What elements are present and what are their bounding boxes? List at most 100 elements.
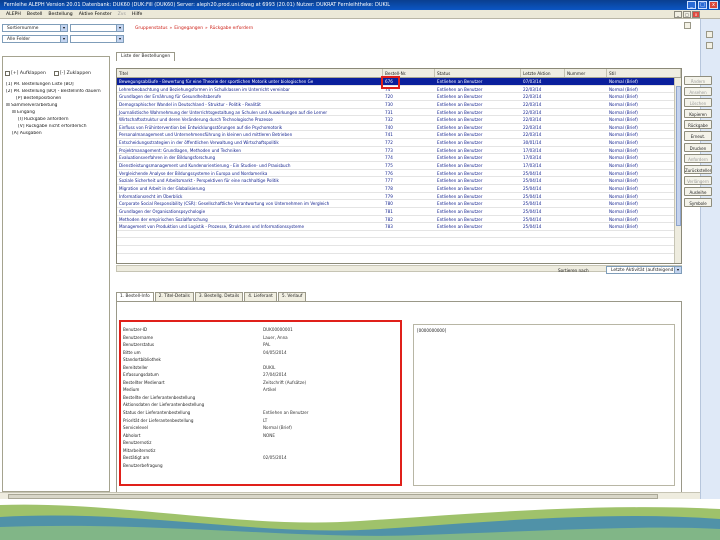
table-row[interactable]: Demographischer Wandel in Deutschland - … — [117, 101, 681, 109]
tree-item-positions[interactable]: [P] Bestellpositionen — [6, 96, 109, 103]
table-cell-title: Migration und Arbeit in der Globalisieru… — [119, 185, 205, 191]
sort-number-combo[interactable]: Sortiernumme ▾ — [2, 24, 68, 32]
tab-history[interactable]: 5. Verlauf — [277, 292, 307, 301]
mdi-minimize-button[interactable]: _ — [674, 11, 682, 18]
table-row[interactable]: Wirtschaftsstruktur und deren Veränderun… — [117, 116, 681, 124]
tree-item-request-return[interactable]: [I] Rückgabe anfordern — [6, 117, 109, 124]
action-button[interactable]: Rückgabe — [684, 120, 712, 130]
table-row[interactable] — [117, 231, 681, 239]
table-row[interactable]: Management von Produktion und Logistik -… — [117, 223, 681, 231]
menu-bestell[interactable]: Bestell — [27, 12, 43, 18]
table-cell-last-action: 17/03/14 — [523, 155, 542, 161]
table-horizontal-scrollbar[interactable] — [116, 265, 682, 272]
orders-table: Titel Bestell-Nr. Status Letzte Aktion Numme… — [116, 68, 682, 264]
tree-item-no-return[interactable]: [V] Rückgabe nicht erforderlich — [6, 124, 109, 131]
tab-supplier[interactable]: 4. Lieferant — [244, 292, 277, 301]
tree: [1] PR. Bestellungen Liste [BO] [2] PR. … — [3, 79, 109, 138]
sort-order-select[interactable]: Letzte Aktivität (aufsteigend) ▾ — [606, 266, 682, 274]
breadcrumb-item[interactable]: Rückgabe erfordern — [210, 26, 253, 31]
tree-item-orders-list[interactable]: [1] PR. Bestellungen Liste [BO] — [6, 82, 109, 89]
table-row[interactable]: Vergleichende Analyse der Bildungssystem… — [117, 170, 681, 178]
tree-item-receipt[interactable]: ⊟ Eingang — [6, 110, 109, 117]
tab-order-info[interactable]: 1. Bestell-Info — [116, 292, 154, 301]
table-row[interactable]: Corporate Social Responsibility (CSR): G… — [117, 200, 681, 208]
table-row[interactable]: Informationsrecht im Überblick 779 Entlieh… — [117, 193, 681, 201]
table-row[interactable]: Entscheidungsstrategien in der öffentlic… — [117, 139, 681, 147]
table-row[interactable]: Migration und Arbeit in der Globalisieru… — [117, 185, 681, 193]
breadcrumb-item[interactable]: Gruppenstatus — [135, 26, 168, 31]
chevron-down-icon[interactable]: ▾ — [674, 267, 681, 273]
collapse-all-label: [-] Zuklappen — [59, 70, 91, 76]
table-row[interactable]: Soziale Sicherheit und Arbeitsmarkt - Pe… — [117, 177, 681, 185]
table-row[interactable]: Projektmanagement: Grundlagen, Methoden … — [117, 147, 681, 155]
table-row[interactable]: Einfluss von Frühintervention bei Entwic… — [117, 124, 681, 132]
table-cell-last-action: 22/03/14 — [523, 94, 542, 100]
column-header-title[interactable]: Titel — [117, 69, 383, 77]
window-horizontal-scrollbar[interactable] — [0, 492, 700, 499]
table-row[interactable]: Evaluationsverfahren in der Bildungsfors… — [117, 154, 681, 163]
table-row[interactable]: Dienstleistungsmanagement und Kundenorie… — [117, 162, 681, 170]
table-cell-title: Lehrerbeobachtung und Beziehungsformen i… — [119, 86, 290, 92]
action-button[interactable]: Erneut. — [684, 131, 712, 141]
collapse-all-button[interactable]: [-] Zuklappen — [53, 70, 91, 76]
menu-bestellung[interactable]: Bestellung — [48, 12, 72, 18]
menu-hilfe[interactable]: Hilfe — [132, 12, 142, 18]
action-button[interactable]: Ändern — [684, 76, 712, 86]
tree-item-batch[interactable]: ⊟ Sammelverarbeitung — [6, 103, 109, 110]
column-header-style[interactable]: Stil — [607, 69, 681, 77]
toolbar-icon[interactable] — [706, 42, 713, 49]
chevron-down-icon[interactable]: ▾ — [116, 36, 123, 42]
table-row[interactable]: Grundlagen der Ernährung für Gesundheits… — [117, 93, 681, 101]
toolbar-icon[interactable] — [684, 22, 691, 29]
mdi-restore-button[interactable]: □ — [683, 11, 691, 18]
action-button[interactable]: Löschen — [684, 98, 712, 108]
table-row[interactable] — [117, 246, 681, 254]
tree-item-order[interactable]: [2] PR. Bestellung [BO] - Bestellinfo da… — [6, 89, 109, 96]
detail-text-area[interactable]: [0000000000] — [413, 324, 675, 486]
table-row[interactable] — [117, 238, 681, 247]
table-cell-last-action — [521, 238, 565, 245]
column-header-status[interactable]: Status — [435, 69, 521, 77]
tab-title-details[interactable]: 2. Titel-Details — [154, 292, 194, 301]
chevron-down-icon[interactable]: ▾ — [60, 36, 67, 42]
detail-right-value: [0000000000] — [417, 328, 447, 333]
table-row[interactable]: Grundlagen der Organisationspsychologie 7… — [117, 208, 681, 216]
expand-all-button[interactable]: [+] Aufklappen — [5, 70, 46, 76]
maximize-button[interactable]: □ — [698, 1, 707, 9]
chevron-down-icon[interactable]: ▾ — [60, 25, 67, 31]
table-row[interactable]: Journalistische Wahrnehmung der Unterric… — [117, 109, 681, 117]
filter-combo[interactable]: Alle Felder ▾ — [2, 35, 68, 43]
scrollbar-thumb[interactable] — [676, 86, 681, 226]
action-button[interactable]: Drucken — [684, 142, 712, 152]
action-button[interactable]: Verlängern — [684, 175, 712, 185]
close-button[interactable]: x — [709, 1, 718, 9]
secondary-filter-combo[interactable]: ▾ — [70, 35, 124, 43]
window-controls: _ □ x — [687, 1, 718, 9]
vertical-scrollbar[interactable] — [674, 78, 681, 263]
action-button[interactable]: Ausleihe — [684, 186, 712, 197]
table-row[interactable]: Personalmanagement und Unternehmensführu… — [117, 131, 681, 140]
tab-order-details[interactable]: 3. Bestellg. Details — [194, 292, 244, 301]
table-row[interactable]: Methoden der empirischen Sozialforschung… — [117, 216, 681, 224]
minimize-button[interactable]: _ — [687, 1, 696, 9]
menu-zvs[interactable]: Zvs — [118, 12, 126, 18]
breadcrumb-item[interactable]: Eingegangen — [174, 26, 203, 31]
action-button[interactable]: Anfordern — [684, 153, 712, 163]
action-button[interactable]: Ansehen — [684, 87, 712, 97]
tree-item-output[interactable]: [A] Ausgaben — [6, 131, 109, 138]
table-cell-last-action: 22/03/14 — [523, 132, 542, 138]
action-button[interactable]: Kopieren — [684, 109, 712, 119]
mdi-close-button[interactable]: x — [692, 11, 700, 18]
column-header-number[interactable]: Nummer — [565, 69, 607, 77]
menu-aleph[interactable]: ALEPH — [6, 12, 21, 18]
menu-aktive-fenster[interactable]: Aktive Fenster — [79, 12, 112, 18]
action-button[interactable]: Symbole — [684, 198, 712, 208]
chevron-down-icon[interactable]: ▾ — [116, 25, 123, 31]
table-cell-order-number: 772 — [385, 140, 393, 146]
toolbar-icon[interactable] — [706, 31, 713, 38]
action-button[interactable]: Zurückstellen — [684, 164, 712, 174]
table-cell-status: Entliehen an Benutzer — [437, 124, 483, 130]
secondary-combo[interactable]: ▾ — [70, 24, 124, 32]
column-header-last-action[interactable]: Letzte Aktion — [521, 69, 565, 77]
tab-orders-list[interactable]: Liste der Bestellungen — [116, 52, 176, 61]
